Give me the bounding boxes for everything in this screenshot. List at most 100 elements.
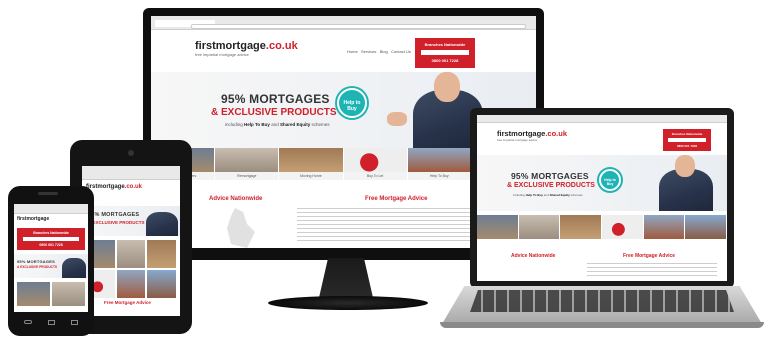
main-nav: Home Services Blog Contact Us bbox=[347, 49, 411, 54]
schemes-help-to-buy: Help To Buy bbox=[244, 122, 270, 127]
thumb-image bbox=[518, 215, 560, 239]
thumb-remortgage[interactable] bbox=[518, 215, 561, 239]
thumb-help-to-buy[interactable]: Help To Buy bbox=[407, 148, 472, 180]
free-advice-heading: Free Mortgage Advice bbox=[623, 253, 676, 259]
laptop-front-edge bbox=[440, 322, 764, 328]
branches-box[interactable]: Branches Nationwide 0800 001 7228 bbox=[17, 228, 85, 250]
logo-domain: .co.uk bbox=[545, 129, 568, 138]
schemes-pre: including bbox=[225, 122, 245, 127]
back-icon[interactable] bbox=[24, 320, 32, 324]
branches-phone: 0800 001 7228 bbox=[39, 243, 63, 247]
tablet-screen: firstmortgage.co.uk 95% MORTGAGES & EXCL… bbox=[82, 166, 180, 316]
thumb-image bbox=[685, 215, 727, 239]
thumb-buy-to-let[interactable] bbox=[602, 215, 644, 239]
grid-thumb[interactable] bbox=[116, 270, 146, 298]
thumb-image bbox=[407, 148, 471, 172]
recents-icon[interactable] bbox=[71, 319, 78, 325]
advisor-photo bbox=[146, 212, 178, 236]
schemes-pre: including bbox=[513, 193, 526, 197]
hero-subheadline: & EXCLUSIVE PRODUCTS bbox=[507, 182, 595, 189]
laptop-screen: firstmortgage.co.uk free impartial mortg… bbox=[477, 115, 727, 281]
browser-chrome bbox=[82, 166, 180, 180]
schemes-shared-equity: Shared Equity bbox=[279, 122, 311, 127]
advice-paragraph bbox=[587, 263, 717, 277]
logo-tagline: free impartial mortgage advice bbox=[497, 138, 538, 142]
hero-headline: 95% MORTGAGES bbox=[511, 171, 589, 181]
hero-subheadline: & EXCLUSIVE PRODUCTS bbox=[17, 265, 58, 269]
free-advice-heading: Free Mortgage Advice bbox=[365, 196, 428, 202]
schemes-mid: and bbox=[542, 193, 550, 197]
advice-nationwide-heading: Advice Nationwide bbox=[209, 196, 263, 202]
phone-speaker bbox=[38, 192, 58, 195]
grid-thumb[interactable] bbox=[147, 240, 176, 268]
schemes-post: schemes bbox=[310, 122, 330, 127]
branches-title: Branches Nationwide bbox=[424, 42, 466, 47]
logo-domain: .co.uk bbox=[265, 40, 298, 52]
grid-thumb[interactable] bbox=[52, 282, 85, 306]
thumb-image bbox=[215, 148, 279, 172]
branches-box[interactable]: Branches Nationwide 0800 001 7228 bbox=[415, 38, 475, 68]
uk-map[interactable] bbox=[227, 208, 255, 248]
branch-select[interactable] bbox=[23, 237, 79, 241]
site-logo[interactable]: firstmortgage bbox=[17, 216, 49, 222]
advice-nationwide-heading: Advice Nationwide bbox=[511, 253, 556, 259]
nav-blog[interactable]: Blog bbox=[380, 49, 388, 54]
thumb-help-to-buy[interactable] bbox=[643, 215, 686, 239]
thumb-caption: Moving Home bbox=[279, 172, 343, 180]
thumb-image bbox=[279, 148, 343, 172]
nav-contact[interactable]: Contact Us bbox=[391, 49, 411, 54]
site-logo[interactable]: firstmortgage.co.uk bbox=[86, 184, 142, 190]
thumb-new-build[interactable] bbox=[685, 215, 727, 239]
branches-title: Branches Nationwide bbox=[33, 231, 69, 235]
logo-text: firstmortgage bbox=[497, 129, 546, 138]
service-grid bbox=[17, 282, 85, 306]
logo-text: firstmortgage bbox=[86, 184, 125, 190]
free-advice-heading: Free Mortgage Advice bbox=[104, 300, 151, 305]
grid-thumb[interactable] bbox=[116, 240, 146, 268]
advisor-face bbox=[434, 72, 460, 102]
thumb-moving-home[interactable]: Moving Home bbox=[279, 148, 344, 180]
grid-thumb[interactable] bbox=[17, 282, 50, 306]
thumb-image bbox=[477, 215, 518, 239]
nav-home[interactable]: Home bbox=[347, 49, 358, 54]
hero-headline: 95% MORTGAGES bbox=[17, 259, 55, 264]
schemes-mid: and bbox=[269, 122, 280, 127]
branch-select[interactable] bbox=[421, 50, 469, 55]
thumb-moving-home[interactable] bbox=[560, 215, 603, 239]
branch-select[interactable] bbox=[668, 138, 706, 142]
thumb-image bbox=[643, 215, 685, 239]
tablet-camera bbox=[128, 150, 134, 156]
monitor-stand-base bbox=[268, 296, 428, 310]
branches-box[interactable]: Branches Nationwide 0800 001 7228 bbox=[663, 129, 711, 151]
thumb-image bbox=[560, 215, 602, 239]
hero-banner: 95% MORTGAGES & EXCLUSIVE PRODUCTS inclu… bbox=[477, 155, 727, 211]
thumb-remortgage[interactable]: Remortgage bbox=[215, 148, 280, 180]
thumb-buy-to-let[interactable]: Buy To Let bbox=[343, 148, 408, 180]
logo-text: firstmortgage bbox=[17, 216, 50, 222]
thumb-first-time-buyers[interactable] bbox=[477, 215, 519, 239]
hero-subheadline: & EXCLUSIVE PRODUCTS bbox=[88, 220, 145, 225]
phone-nav-bar bbox=[24, 318, 78, 326]
nav-services[interactable]: Services bbox=[361, 49, 376, 54]
badge-text: Help to Buy bbox=[604, 178, 616, 186]
home-icon[interactable] bbox=[48, 319, 55, 325]
hero-banner: 95% MORTGAGES & EXCLUSIVE PRODUCTS bbox=[14, 254, 88, 278]
advisor-hand bbox=[387, 112, 407, 126]
grid-thumb[interactable] bbox=[147, 270, 176, 298]
schemes-post: schemes bbox=[569, 193, 583, 197]
browser-chrome bbox=[14, 204, 88, 214]
site-logo[interactable]: firstmortgage.co.uk free impartial mortg… bbox=[195, 40, 298, 57]
branches-title: Branches Nationwide bbox=[671, 132, 703, 136]
thumb-image bbox=[343, 148, 407, 172]
hero-banner: 95% MORTGAGES & EXCLUSIVE PRODUCTS bbox=[82, 206, 180, 236]
browser-chrome bbox=[477, 115, 727, 123]
logo-domain: .co.uk bbox=[124, 184, 143, 190]
help-to-buy-badge: Help to Buy bbox=[337, 88, 367, 118]
thumb-caption: Buy To Let bbox=[343, 172, 407, 180]
hero-headline: 95% MORTGAGES bbox=[221, 92, 330, 106]
address-bar[interactable] bbox=[191, 24, 526, 29]
site-logo[interactable]: firstmortgage.co.uk free impartial mortg… bbox=[497, 129, 567, 142]
thumb-caption: Help To Buy bbox=[407, 172, 471, 180]
badge-text: Help to Buy bbox=[343, 100, 361, 112]
thumb-image bbox=[602, 215, 643, 239]
